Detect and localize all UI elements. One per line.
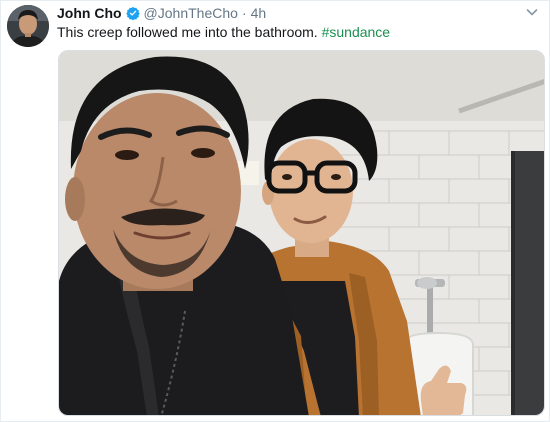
selfie-photo [59,51,544,415]
separator-dot: · [241,5,247,21]
avatar[interactable] [7,5,49,47]
avatar-image [7,5,49,47]
author-handle[interactable]: @JohnTheCho [144,5,238,21]
tweet-card: John Cho @JohnTheCho · 4h This creep fol… [0,0,550,422]
tweet-timestamp[interactable]: 4h [251,5,267,21]
tweet-body: This creep followed me into the bathroom… [57,24,318,40]
hashtag-link[interactable]: #sundance [322,24,391,40]
tweet-photo[interactable] [58,50,545,416]
chevron-down-icon[interactable] [525,5,539,19]
verified-badge-icon [125,6,140,20]
tweet-text: This creep followed me into the bathroom… [57,23,390,41]
author-name[interactable]: John Cho [57,5,122,21]
tweet-header: John Cho @JohnTheCho · 4h [57,4,266,22]
